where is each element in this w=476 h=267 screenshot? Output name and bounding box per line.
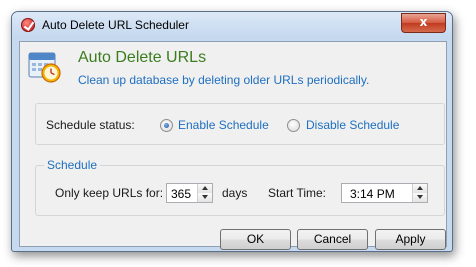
ok-button[interactable]: OK — [220, 229, 291, 250]
title-bar[interactable]: Auto Delete URL Scheduler x — [12, 12, 452, 39]
schedule-status-panel: Schedule status: Enable Schedule Disable… — [35, 103, 445, 145]
days-label: days — [222, 186, 248, 200]
schedule-groupbox: Schedule Only keep URLs for: 365 days St… — [35, 158, 445, 216]
apply-button[interactable]: Apply — [375, 229, 446, 250]
enable-schedule-radio[interactable] — [160, 119, 173, 132]
spin-down-icon[interactable] — [413, 193, 427, 202]
dialog-body: Auto Delete URLs Clean up database by de… — [19, 41, 447, 250]
keep-urls-label: Only keep URLs for: — [55, 186, 164, 200]
header-title: Auto Delete URLs — [78, 49, 207, 66]
keep-days-stepper[interactable]: 365 — [166, 183, 213, 203]
cancel-button[interactable]: Cancel — [297, 229, 368, 250]
schedule-status-label: Schedule status: — [46, 118, 135, 132]
start-time-value[interactable]: 3:14 PM — [350, 187, 395, 201]
schedule-caption: Schedule — [44, 158, 101, 172]
app-icon — [21, 18, 35, 32]
keep-days-arrows — [197, 184, 212, 202]
disable-schedule-label[interactable]: Disable Schedule — [306, 118, 399, 132]
start-time-picker[interactable]: 3:14 PM — [341, 183, 428, 203]
spin-down-icon[interactable] — [198, 193, 212, 202]
enable-schedule-label[interactable]: Enable Schedule — [178, 118, 269, 132]
disable-schedule-radio[interactable] — [287, 119, 300, 132]
start-time-label: Start Time: — [268, 186, 327, 200]
start-time-arrows — [412, 184, 427, 202]
calendar-clock-icon — [28, 52, 61, 83]
dialog-window: Auto Delete URL Scheduler x Auto Delete … — [11, 11, 453, 252]
header-description: Clean up database by deleting older URLs… — [78, 73, 370, 87]
keep-days-value[interactable]: 365 — [171, 187, 191, 201]
window-title: Auto Delete URL Scheduler — [42, 18, 189, 32]
close-button[interactable]: x — [401, 13, 446, 33]
